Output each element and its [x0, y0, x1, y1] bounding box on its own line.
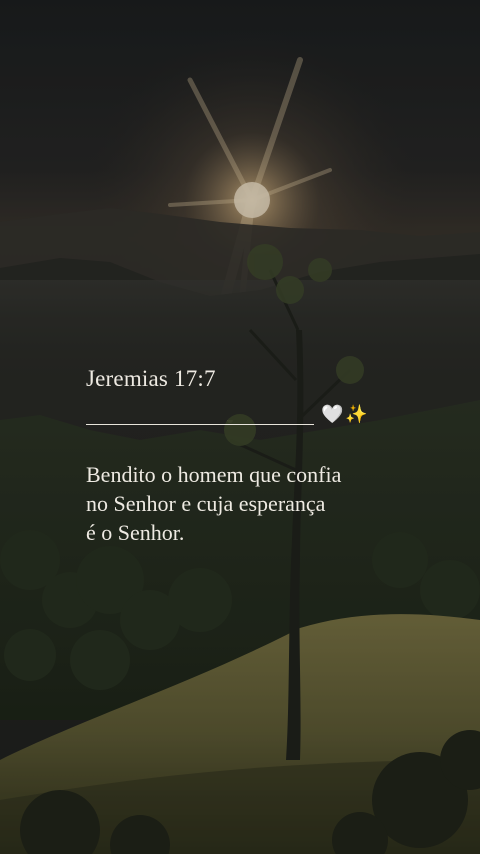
verse-line: Bendito o homem que confia: [86, 462, 342, 487]
divider-row: 🤍 ✨: [86, 402, 386, 428]
divider-line: [86, 424, 314, 425]
verse-text: Bendito o homem que confia no Senhor e c…: [86, 460, 426, 547]
verse-reference: Jeremias 17:7: [86, 366, 216, 391]
verse-line: é o Senhor.: [86, 520, 185, 545]
sparkles-icon: ✨: [345, 404, 368, 425]
white-heart-icon: 🤍: [321, 404, 344, 425]
verse-line: no Senhor e cuja esperança: [86, 491, 326, 516]
